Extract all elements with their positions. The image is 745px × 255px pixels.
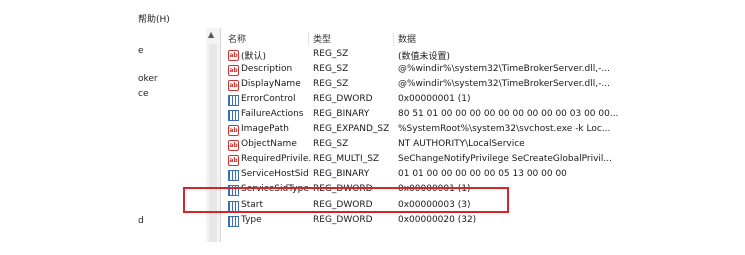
value-type: REG_MULTI_SZ	[313, 154, 380, 164]
value-row[interactable]: ab ImagePath REG_EXPAND_SZ %SystemRoot%\sys…	[224, 124, 745, 139]
value-row[interactable]: ErrorControl REG_DWORD 0x00000001 (1)	[224, 94, 745, 109]
value-type: REG_SZ	[313, 139, 349, 149]
value-data: 01 01 00 00 00 00 00 05 13 00 00 00	[398, 169, 567, 179]
value-name: Type	[241, 215, 262, 225]
value-data: @%windir%\system32\TimeBrokerServer.dll,…	[398, 79, 610, 89]
scroll-up-arrow-icon[interactable]: ▲	[208, 30, 214, 40]
value-type: REG_BINARY	[313, 169, 370, 179]
binary-value-icon	[228, 216, 239, 227]
value-data: NT AUTHORITY\LocalService	[398, 139, 525, 149]
value-data: @%windir%\system32\TimeBrokerServer.dll,…	[398, 64, 610, 74]
value-name: ObjectName	[241, 139, 297, 149]
value-name: FailureActions	[241, 109, 304, 119]
string-value-icon: ab	[228, 50, 239, 61]
string-value-icon: ab	[228, 80, 239, 91]
value-type: REG_SZ	[313, 64, 349, 74]
value-name: ErrorControl	[241, 94, 296, 104]
column-divider[interactable]	[308, 32, 309, 46]
tree-item[interactable]: e	[138, 46, 144, 56]
value-data: 0x00000001 (1)	[398, 94, 471, 104]
tree-item[interactable]: oker	[138, 74, 158, 84]
tree-item[interactable]: ce	[138, 89, 149, 99]
start-value-highlight-box	[183, 187, 509, 213]
binary-value-icon	[228, 95, 239, 106]
column-header-type[interactable]: 类型	[313, 32, 331, 45]
binary-value-icon	[228, 110, 239, 121]
column-header-name[interactable]: 名称	[228, 32, 246, 45]
value-row[interactable]: ab RequiredPrivile... REG_MULTI_SZ SeChange…	[224, 154, 745, 169]
value-data: 80 51 01 00 00 00 00 00 00 00 00 00 03 0…	[398, 109, 618, 119]
string-value-icon: ab	[228, 125, 239, 136]
value-name: DisplayName	[241, 79, 301, 89]
value-type: REG_EXPAND_SZ	[313, 124, 390, 134]
value-row[interactable]: ab Description REG_SZ @%windir%\system32\Ti…	[224, 64, 745, 79]
value-name: Description	[241, 64, 293, 74]
value-type: REG_BINARY	[313, 109, 370, 119]
string-value-icon: ab	[228, 155, 239, 166]
value-data: %SystemRoot%\system32\svchost.exe -k Loc…	[398, 124, 611, 134]
column-header-data[interactable]: 数据	[398, 32, 416, 45]
value-type: REG_DWORD	[313, 215, 373, 225]
value-type: REG_SZ	[313, 79, 349, 89]
value-type: REG_SZ	[313, 49, 349, 59]
list-header: 名称 类型 数据	[224, 32, 745, 46]
registry-values-list: 名称 类型 数据 ab (默认) REG_SZ (数值未设置) ab Descriptio…	[224, 28, 745, 255]
menu-bar: 帮助(H)	[0, 0, 745, 28]
value-type: REG_DWORD	[313, 94, 373, 104]
value-name: (默认)	[241, 52, 267, 62]
value-row[interactable]: ServiceHostSid REG_BINARY 01 01 00 00 00 0…	[224, 169, 745, 184]
binary-value-icon	[228, 170, 239, 181]
string-value-icon: ab	[228, 65, 239, 76]
value-row[interactable]: ab (默认) REG_SZ (数值未设置)	[224, 49, 745, 64]
tree-item[interactable]: d	[138, 216, 144, 226]
value-data: SeChangeNotifyPrivilege SeCreateGlobalPr…	[398, 154, 613, 164]
registry-tree-pane: e oker ce d	[0, 28, 206, 255]
value-name: RequiredPrivile...	[241, 154, 311, 164]
value-row[interactable]: FailureActions REG_BINARY 80 51 01 00 00 0…	[224, 109, 745, 124]
value-data: (数值未设置)	[398, 52, 451, 62]
menu-help[interactable]: 帮助(H)	[138, 12, 170, 25]
value-name: ServiceHostSid	[241, 169, 309, 179]
value-row[interactable]: ab DisplayName REG_SZ @%windir%\system32\Ti…	[224, 79, 745, 94]
value-name: ImagePath	[241, 124, 289, 134]
value-data: 0x00000020 (32)	[398, 215, 477, 225]
value-row[interactable]: ab ObjectName REG_SZ NT AUTHORITY\LocalServ…	[224, 139, 745, 154]
column-divider[interactable]	[393, 32, 394, 46]
value-row[interactable]: Type REG_DWORD 0x00000020 (32)	[224, 215, 745, 230]
string-value-icon: ab	[228, 140, 239, 151]
